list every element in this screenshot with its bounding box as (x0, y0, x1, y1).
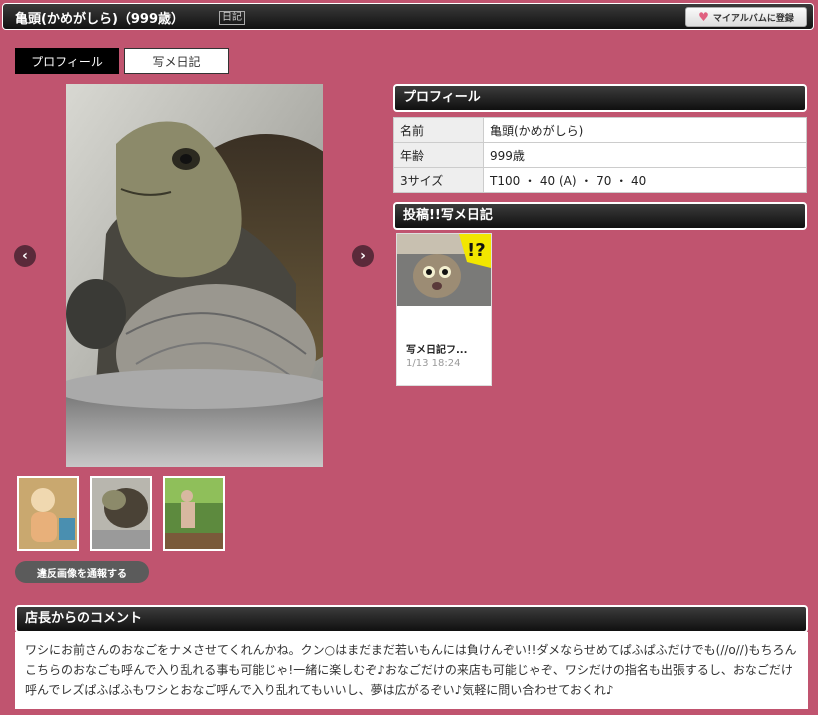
comment-text: ワシにお前さんのおなごをナメさせてくれんかね。クン○はまだまだ若いもんには負けん… (15, 632, 808, 709)
add-to-album-button[interactable]: ♥ マイアルバムに登録 (685, 7, 807, 27)
profile-key: 名前 (393, 117, 484, 143)
diary-heading: 投稿!!写メ日記 (393, 202, 807, 230)
photo-thumb (165, 478, 223, 549)
svg-text:!?: !? (467, 240, 486, 261)
table-row: 年齢 999歳 (393, 142, 807, 168)
page-title: 亀頭(かめがしら)（999歳） (15, 12, 185, 27)
diary-entry-image: !? (397, 234, 491, 306)
table-row: 名前 亀頭(かめがしら) (393, 117, 807, 143)
turtle-photo (66, 84, 323, 467)
profile-key: 3サイズ (393, 167, 484, 193)
thumbnail-3[interactable] (163, 476, 225, 551)
profile-value: 999歳 (483, 142, 807, 168)
prev-photo-button[interactable]: ‹ (14, 245, 36, 267)
diary-entry-date: 1/13 18:24 (406, 358, 461, 369)
album-button-label: マイアルバムに登録 (712, 13, 794, 24)
cartoon-thumb (19, 478, 77, 549)
cat-photo: !? (397, 234, 491, 306)
table-row: 3サイズ T100 ・ 40 (A) ・ 70 ・ 40 (393, 167, 807, 193)
thumbnail-2[interactable] (90, 476, 152, 551)
thumbnail-1[interactable] (17, 476, 79, 551)
report-image-button[interactable]: 違反画像を通報する (15, 561, 149, 583)
comment-heading: 店長からのコメント (15, 605, 808, 633)
tab-photo-diary[interactable]: 写メ日記 (124, 48, 229, 74)
main-photo (66, 84, 323, 467)
turtle-thumb (92, 478, 150, 549)
profile-table: 名前 亀頭(かめがしら) 年齢 999歳 3サイズ T100 ・ 40 (A) … (393, 117, 807, 193)
profile-value: T100 ・ 40 (A) ・ 70 ・ 40 (483, 167, 807, 193)
diary-tag[interactable]: 日記 (219, 11, 245, 25)
top-bar: 亀頭(かめがしら)（999歳） 日記 ♥ マイアルバムに登録 (2, 3, 814, 30)
diary-entry-title: 写メ日記フ... (406, 345, 468, 356)
next-photo-button[interactable]: › (352, 245, 374, 267)
diary-entry-card[interactable]: !? 写メ日記フ... 1/13 18:24 (396, 233, 492, 386)
tab-profile[interactable]: プロフィール (15, 48, 119, 74)
profile-key: 年齢 (393, 142, 484, 168)
heart-icon: ♥ (698, 10, 709, 24)
profile-value: 亀頭(かめがしら) (483, 117, 807, 143)
profile-heading: プロフィール (393, 84, 807, 112)
